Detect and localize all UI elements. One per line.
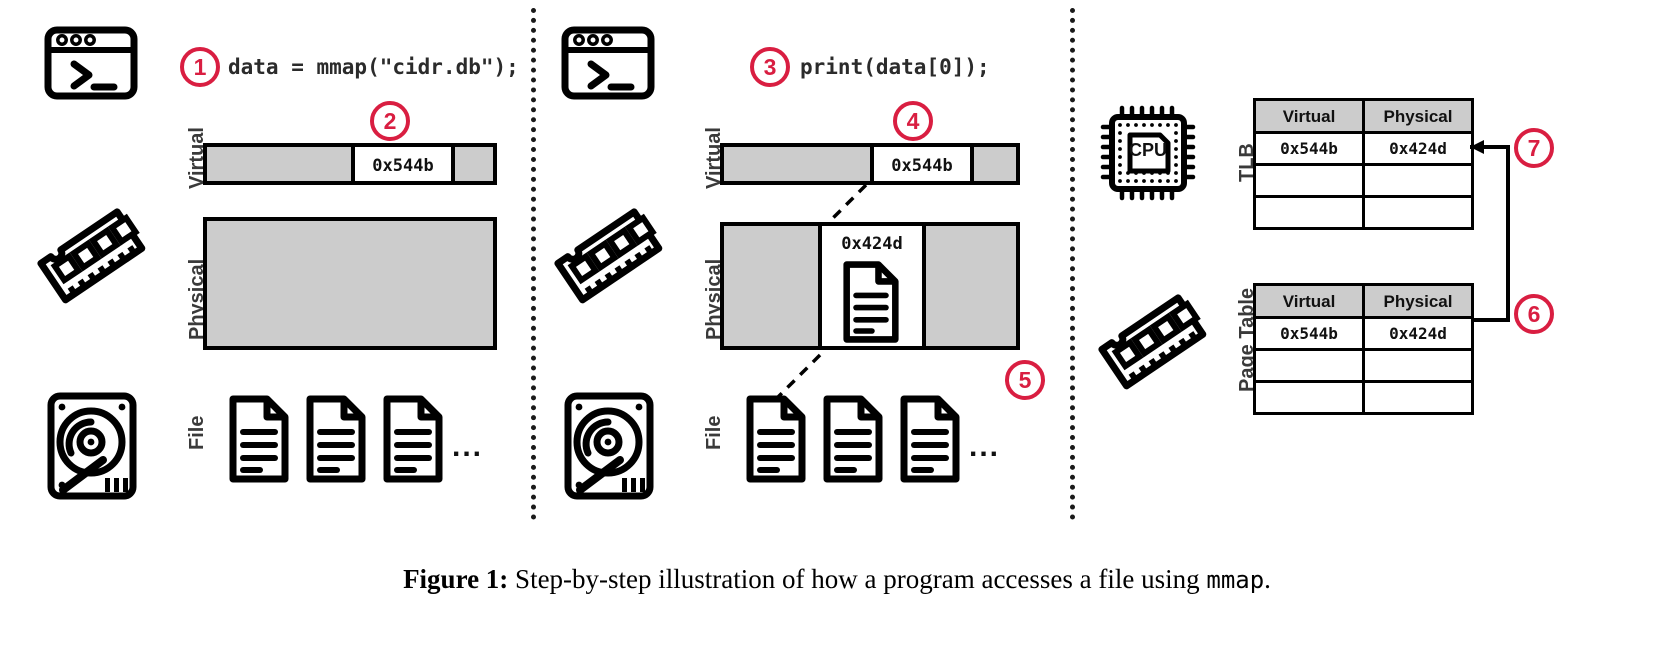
caption-period: . [1264, 564, 1271, 594]
file-ellipsis-p2: ... [969, 430, 1001, 463]
terminal-icon [561, 26, 655, 100]
tlb-header-physical: Physical [1362, 98, 1474, 134]
pt-cell-virtual-0: 0x544b [1253, 316, 1365, 351]
virtual-memory-bar-p1: 0x544b [203, 143, 497, 185]
step-badge-3: 3 [750, 47, 790, 87]
physical-seg-gray-right [926, 226, 1016, 346]
tlb-header-virtual: Virtual [1253, 98, 1365, 134]
table-row [1253, 195, 1474, 230]
pt-cell-physical-0: 0x424d [1362, 316, 1474, 351]
step-badge-4: 4 [893, 101, 933, 141]
physical-memory-bar-p2: 0x424d [720, 222, 1020, 350]
table-row [1253, 380, 1474, 415]
ram-stick-icon-p3 [1098, 294, 1207, 390]
figure-canvas: 1 data = mmap("cidr.db"); 2 Virtual 0x54… [0, 0, 1674, 648]
step-badge-6: 6 [1514, 294, 1554, 334]
pt-cell-virtual-2 [1253, 380, 1365, 415]
table-header-row: Virtual Physical [1253, 98, 1474, 134]
caption-label: Figure 1: [403, 564, 509, 594]
step-badge-2: 2 [370, 101, 410, 141]
file-page-icon [306, 395, 366, 483]
tlb-table: Virtual Physical 0x544b 0x424d [1253, 98, 1474, 230]
physical-address-p2: 0x424d [841, 234, 903, 254]
panel-separator-1 [531, 8, 536, 520]
file-page-icon [900, 395, 960, 483]
file-page-icon [383, 395, 443, 483]
ram-stick-icon-p1 [37, 208, 146, 304]
file-page-icon [823, 395, 883, 483]
tlb-cell-virtual-1 [1253, 163, 1365, 198]
terminal-icon [44, 26, 138, 100]
virtual-seg-mapped: 0x544b [870, 147, 974, 181]
physical-seg-gray-left [724, 226, 818, 346]
tlb-cell-virtual-0: 0x544b [1253, 131, 1365, 166]
figure-caption: Figure 1: Step-by-step illustration of h… [0, 564, 1674, 595]
step-badge-7: 7 [1514, 128, 1554, 168]
table-row: 0x544b 0x424d [1253, 131, 1474, 166]
physical-memory-bar-p1 [203, 217, 497, 350]
cpu-label: CPU [1128, 140, 1167, 160]
step-badge-1: 1 [180, 47, 220, 87]
tlb-cell-physical-0: 0x424d [1362, 131, 1474, 166]
code-print-call: print(data[0]); [800, 55, 990, 79]
resident-page-icon [843, 261, 899, 343]
pt-cell-physical-1 [1362, 348, 1474, 383]
table-row: 0x544b 0x424d [1253, 316, 1474, 351]
virtual-seg-gray-left [207, 147, 351, 181]
virtual-seg-gray-right [455, 147, 493, 181]
hard-disk-icon-p2 [564, 392, 654, 500]
file-page-icon [746, 395, 806, 483]
virtual-seg-mapped: 0x544b [351, 147, 455, 181]
caption-mono-term: mmap [1206, 566, 1265, 594]
virtual-seg-gray-left [724, 147, 870, 181]
pt-header-virtual: Virtual [1253, 283, 1365, 319]
virtual-address-p2: 0x544b [891, 156, 953, 176]
file-page-icon [229, 395, 289, 483]
physical-seg-gray [207, 221, 493, 346]
virtual-memory-bar-p2: 0x544b [720, 143, 1020, 185]
tlb-cell-physical-1 [1362, 163, 1474, 198]
table-row [1253, 348, 1474, 383]
ram-stick-icon-p2 [554, 208, 663, 304]
row-label-file-p1: File [186, 415, 208, 450]
tlb-cell-virtual-2 [1253, 195, 1365, 230]
caption-text: Step-by-step illustration of how a progr… [508, 564, 1207, 594]
row-label-file-p2: File [703, 415, 725, 450]
panel-separator-2 [1070, 8, 1075, 520]
tlb-cell-physical-2 [1362, 195, 1474, 230]
page-table: Virtual Physical 0x544b 0x424d [1253, 283, 1474, 415]
pt-cell-physical-2 [1362, 380, 1474, 415]
pt-header-physical: Physical [1362, 283, 1474, 319]
pt-cell-virtual-1 [1253, 348, 1365, 383]
table-row [1253, 163, 1474, 198]
file-ellipsis-p1: ... [452, 430, 484, 463]
physical-seg-resident: 0x424d [818, 226, 926, 346]
step-badge-5: 5 [1005, 360, 1045, 400]
table-header-row: Virtual Physical [1253, 283, 1474, 319]
virtual-address-p1: 0x544b [372, 156, 434, 176]
hard-disk-icon-p1 [47, 392, 137, 500]
code-mmap-call: data = mmap("cidr.db"); [228, 55, 519, 79]
virtual-seg-gray-right [974, 147, 1016, 181]
